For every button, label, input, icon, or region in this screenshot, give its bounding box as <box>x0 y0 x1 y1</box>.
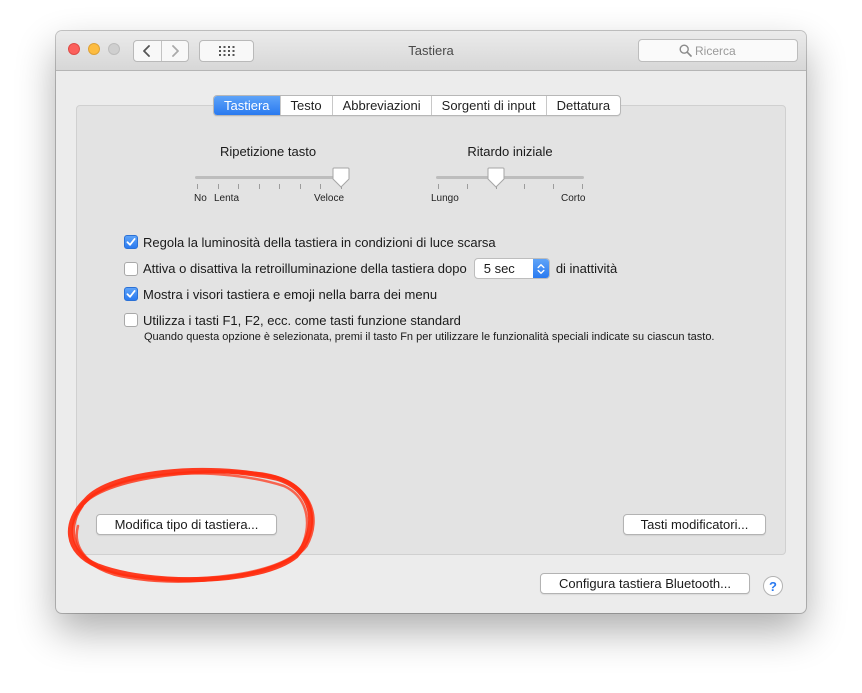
checkmark-icon <box>126 290 136 298</box>
option-backlight-off[interactable]: Attiva o disattiva la retroilluminazione… <box>124 258 617 279</box>
label-function-keys: Utilizza i tasti F1, F2, ecc. come tasti… <box>143 312 461 328</box>
initial-delay-tick <box>553 184 555 189</box>
initial-delay-track[interactable] <box>436 176 584 179</box>
bluetooth-keyboard-button[interactable]: Configura tastiera Bluetooth... <box>540 573 750 594</box>
key-repeat-title: Ripetizione tasto <box>219 144 317 159</box>
checkbox-backlight-off[interactable] <box>124 261 138 276</box>
tab-testo[interactable]: Testo <box>279 96 332 115</box>
screenshot-stage: Tastiera Tastiera Testo Abbreviazioni So… <box>0 0 862 693</box>
initial-delay-label-long: Lungo <box>431 193 459 204</box>
change-keyboard-type-button[interactable]: Modifica tipo di tastiera... <box>96 514 277 535</box>
key-repeat-tick <box>197 184 198 189</box>
help-button[interactable]: ? <box>763 576 783 596</box>
label-backlight-off: Attiva o disattiva la retroilluminazione… <box>143 261 467 276</box>
search-icon <box>679 44 692 57</box>
key-repeat-tick <box>217 184 219 189</box>
initial-delay-tick <box>438 184 439 189</box>
keyboard-panel <box>76 105 786 555</box>
key-repeat-label-no: No <box>194 193 207 204</box>
title-bar: Tastiera <box>56 31 806 71</box>
key-repeat-track[interactable] <box>195 176 343 179</box>
initial-delay-label-short: Corto <box>561 193 586 204</box>
option-function-keys[interactable]: Utilizza i tasti F1, F2, ecc. come tasti… <box>124 311 461 329</box>
label-show-keyboard-viewers: Mostra i visori tastiera e emoji nella b… <box>143 286 438 302</box>
tab-dettatura[interactable]: Dettatura <box>545 96 620 115</box>
checkbox-adjust-brightness[interactable] <box>124 235 138 249</box>
initial-delay-title: Ritardo iniziale <box>467 144 553 159</box>
function-keys-note: Quando questa opzione è selezionata, pre… <box>144 331 715 343</box>
preferences-window: Tastiera Tastiera Testo Abbreviazioni So… <box>56 31 806 613</box>
tab-tastiera[interactable]: Tastiera <box>214 96 280 115</box>
initial-delay-tick <box>524 184 526 189</box>
initial-delay-tick <box>466 184 468 189</box>
backlight-timeout-select[interactable]: 5 sec <box>473 258 550 279</box>
backlight-timeout-value: 5 sec <box>483 261 515 276</box>
tab-sorgenti-di-input[interactable]: Sorgenti di input <box>430 96 546 115</box>
tab-bar: Tastiera Testo Abbreviazioni Sorgenti di… <box>213 95 622 116</box>
label-inactivity: di inattività <box>555 261 618 276</box>
key-repeat-tick <box>258 184 260 189</box>
checkbox-show-keyboard-viewers[interactable] <box>124 287 138 301</box>
tab-abbreviazioni[interactable]: Abbreviazioni <box>331 96 431 115</box>
option-adjust-brightness[interactable]: Regola la luminosità della tastiera in c… <box>124 233 496 251</box>
initial-delay-slider-knob[interactable] <box>487 167 505 189</box>
key-repeat-label-slow: Lenta <box>214 193 240 204</box>
checkmark-icon <box>126 238 136 246</box>
checkbox-function-keys[interactable] <box>124 313 138 327</box>
key-repeat-tick <box>299 184 301 189</box>
initial-delay-tick <box>582 184 583 189</box>
search-input[interactable] <box>695 42 791 59</box>
updown-arrows-icon <box>532 259 549 278</box>
option-show-keyboard-viewers[interactable]: Mostra i visori tastiera e emoji nella b… <box>124 285 437 303</box>
key-repeat-label-fast: Veloce <box>314 193 345 204</box>
key-repeat-tick <box>279 184 281 189</box>
search-field[interactable] <box>638 39 798 62</box>
modifier-keys-button[interactable]: Tasti modificatori... <box>623 514 766 535</box>
key-repeat-tick <box>238 184 240 189</box>
key-repeat-slider-knob[interactable] <box>332 167 350 189</box>
label-adjust-brightness: Regola la luminosità della tastiera in c… <box>143 234 496 250</box>
key-repeat-tick <box>320 184 322 189</box>
